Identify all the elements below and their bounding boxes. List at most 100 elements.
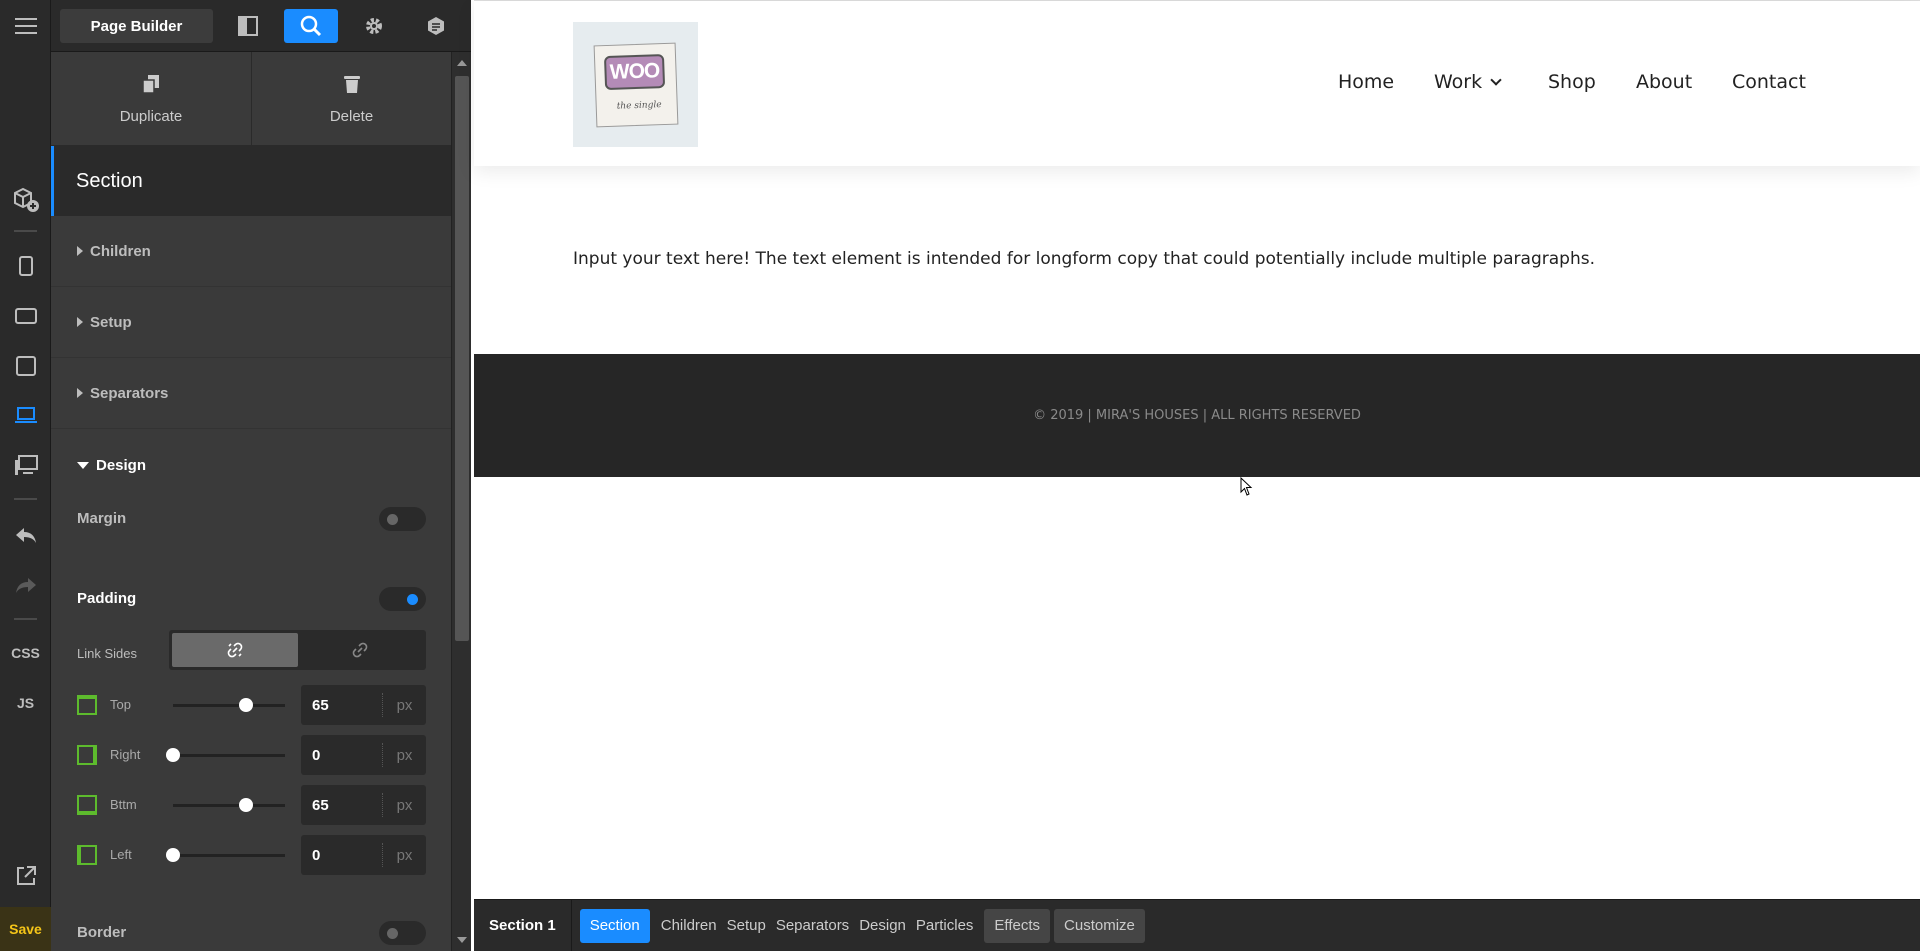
group-setup[interactable]: Setup <box>51 287 451 358</box>
site-footer: © 2019 | MIRA'S HOUSES | ALL RIGHTS RESE… <box>474 354 1920 477</box>
padding-top-label: Top <box>110 697 131 712</box>
padding-left-value: 0 <box>312 847 321 864</box>
save-button[interactable]: Save <box>0 907 51 951</box>
padding-bottom-label: Bttm <box>110 797 137 812</box>
group-children-label: Children <box>90 242 151 260</box>
link-icon <box>227 642 243 658</box>
panel-scrollbar[interactable] <box>451 52 471 951</box>
nav-shop[interactable]: Shop <box>1548 71 1596 93</box>
caret-down-icon <box>77 462 89 469</box>
toggle-knob <box>387 928 398 939</box>
crumb-children[interactable]: Children <box>656 909 722 943</box>
crumb-section-1[interactable]: Section 1 <box>474 899 572 951</box>
padding-bottom-icon <box>77 795 97 815</box>
search-icon[interactable] <box>284 9 338 43</box>
undo-icon[interactable] <box>0 517 51 553</box>
nav-home[interactable]: Home <box>1338 71 1394 93</box>
tablet-landscape-view-icon[interactable] <box>0 298 51 334</box>
crumb-separators[interactable]: Separators <box>771 909 854 943</box>
scroll-up-icon[interactable] <box>457 60 467 66</box>
nav-work[interactable]: Work <box>1434 71 1502 93</box>
rail-divider <box>14 618 37 620</box>
padding-right-slider[interactable] <box>173 754 285 757</box>
tablet-view-icon[interactable] <box>0 348 51 384</box>
margin-toggle[interactable] <box>379 507 426 531</box>
delete-button[interactable]: Delete <box>251 52 451 146</box>
group-separators[interactable]: Separators <box>51 358 451 429</box>
toggle-knob <box>387 514 398 525</box>
margin-label: Margin <box>77 510 127 527</box>
toggle-knob <box>407 594 418 605</box>
breadcrumb-bar: Section 1 Section Children Setup Separat… <box>474 899 1920 951</box>
footer-copyright: © 2019 | MIRA'S HOUSES | ALL RIGHTS RESE… <box>1033 408 1361 423</box>
duplicate-button[interactable]: Duplicate <box>51 52 251 146</box>
group-children[interactable]: Children <box>51 216 451 287</box>
padding-left-row: Left 0 px <box>51 828 451 882</box>
scrollbar-thumb[interactable] <box>455 76 469 641</box>
padding-left-slider[interactable] <box>173 854 285 857</box>
rail-divider <box>14 498 37 500</box>
padding-bottom-row: Bttm 65 px <box>51 778 451 832</box>
padding-right-icon <box>77 745 97 765</box>
gear-icon[interactable] <box>347 9 401 43</box>
link-sides-unlinked[interactable] <box>298 633 424 667</box>
padding-top-input[interactable]: 65 px <box>301 685 426 725</box>
laptop-view-icon[interactable] <box>0 398 51 434</box>
redo-icon[interactable] <box>0 567 51 603</box>
element-actions: Duplicate Delete <box>51 52 451 146</box>
group-design[interactable]: Design <box>51 430 451 501</box>
unlink-icon <box>352 642 368 658</box>
chevron-down-icon <box>1490 74 1502 86</box>
phone-view-icon[interactable] <box>0 248 51 284</box>
padding-right-row: Right 0 px <box>51 728 451 782</box>
link-sides-linked[interactable] <box>172 633 298 667</box>
rail-divider <box>14 230 37 232</box>
duplicate-label: Duplicate <box>119 107 183 125</box>
css-button[interactable]: CSS <box>0 635 51 671</box>
add-element-icon[interactable] <box>0 182 51 218</box>
crumb-section[interactable]: Section <box>579 908 650 943</box>
slider-thumb[interactable] <box>239 798 253 812</box>
crumb-effects[interactable]: Effects <box>984 908 1051 943</box>
duplicate-icon <box>142 74 160 98</box>
padding-bottom-input[interactable]: 65 px <box>301 785 426 825</box>
slider-thumb[interactable] <box>166 748 180 762</box>
scroll-down-icon[interactable] <box>457 937 467 943</box>
external-link-icon[interactable] <box>0 858 51 894</box>
menu-icon[interactable] <box>0 8 51 44</box>
cornerstone-icon[interactable] <box>409 9 463 43</box>
padding-bottom-value: 65 <box>312 797 329 814</box>
nav-about[interactable]: About <box>1636 71 1692 93</box>
border-toggle[interactable] <box>379 921 426 945</box>
layout-icon[interactable] <box>221 9 275 43</box>
logo-tagline: the single <box>616 99 662 112</box>
crumb-design[interactable]: Design <box>854 909 911 943</box>
padding-top-slider[interactable] <box>173 704 285 707</box>
group-design-label: Design <box>96 457 147 474</box>
crumb-particles[interactable]: Particles <box>911 909 979 943</box>
unit-label: px <box>382 743 426 767</box>
padding-bottom-slider[interactable] <box>173 804 285 807</box>
nav-contact[interactable]: Contact <box>1732 71 1806 93</box>
panel-title: Section <box>51 146 451 216</box>
group-separators-label: Separators <box>90 384 169 402</box>
slider-thumb[interactable] <box>239 698 253 712</box>
padding-left-input[interactable]: 0 px <box>301 835 426 875</box>
group-setup-label: Setup <box>90 313 132 331</box>
nav-work-label: Work <box>1434 71 1483 93</box>
unit-label: px <box>382 693 426 717</box>
slider-thumb[interactable] <box>166 848 180 862</box>
crumb-customize[interactable]: Customize <box>1054 908 1145 943</box>
padding-right-input[interactable]: 0 px <box>301 735 426 775</box>
desktop-view-icon[interactable] <box>0 448 51 484</box>
link-sides-label: Link Sides <box>77 646 137 661</box>
crumb-setup[interactable]: Setup <box>722 909 771 943</box>
text-element[interactable]: Input your text here! The text element i… <box>573 249 1595 269</box>
padding-right-value: 0 <box>312 747 321 764</box>
js-button[interactable]: JS <box>0 685 51 721</box>
panel-topbar: Page Builder <box>51 0 471 52</box>
caret-right-icon <box>77 317 83 327</box>
page-builder-button[interactable]: Page Builder <box>60 9 213 43</box>
padding-toggle[interactable] <box>379 587 426 611</box>
padding-top-value: 65 <box>312 697 329 714</box>
